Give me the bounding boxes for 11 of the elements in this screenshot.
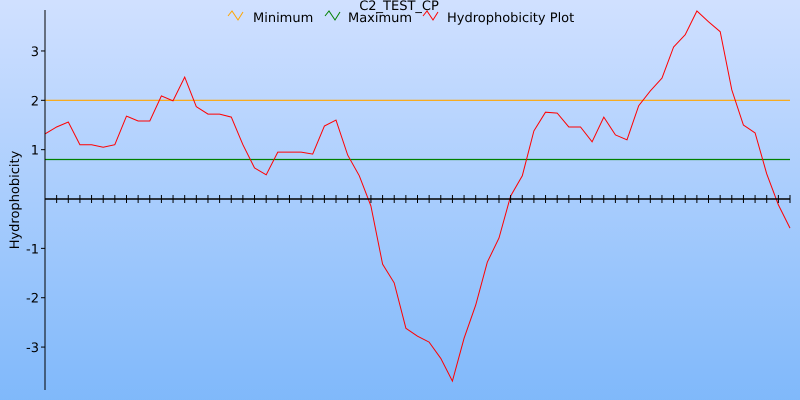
tick-label: 3	[30, 44, 39, 60]
legend-label: Minimum	[253, 11, 314, 26]
legend-label: Maximum	[348, 11, 412, 26]
tick-label: -2	[26, 292, 39, 307]
tick-label: -3	[26, 341, 39, 356]
axis-label: Hydrophobicity	[8, 150, 23, 250]
tick-label: -1	[26, 242, 39, 258]
legend-label: Hydrophobicity Plot	[447, 11, 574, 26]
tick-label: 2	[30, 94, 39, 110]
chart-title: C2_TEST_CP	[359, 0, 439, 14]
tick-label: 1	[30, 144, 39, 159]
